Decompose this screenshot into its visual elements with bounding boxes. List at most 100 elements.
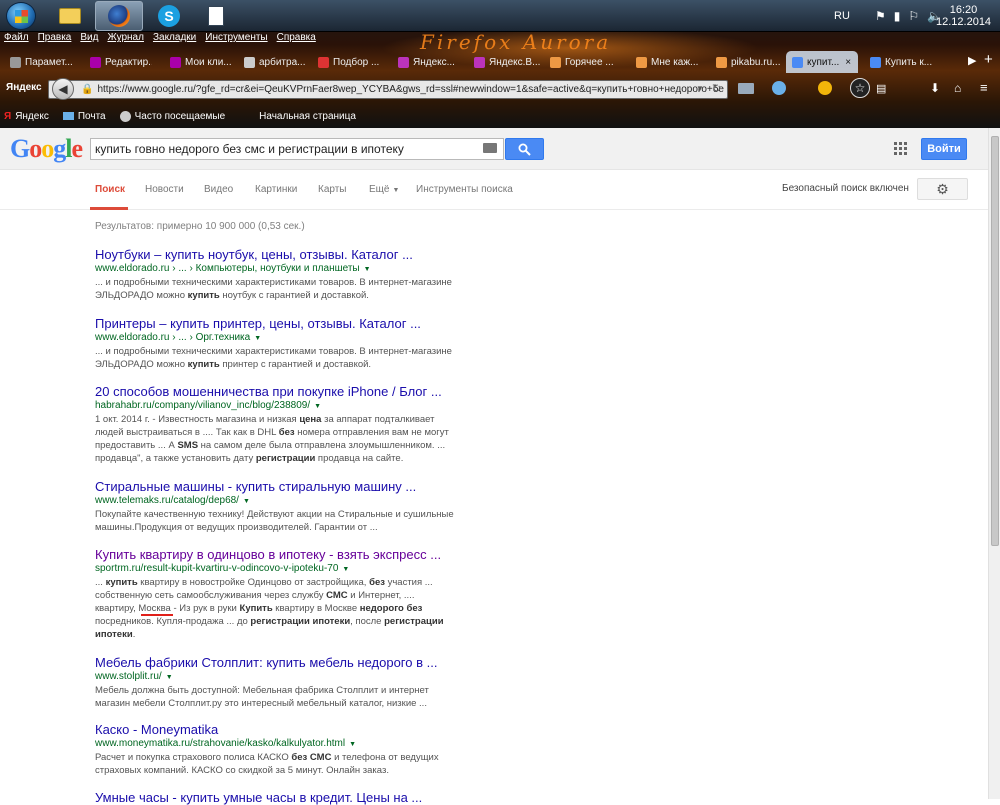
scrollbar-thumb[interactable] xyxy=(991,136,999,546)
tab-search[interactable]: Поиск xyxy=(95,184,125,195)
apps-grid-icon[interactable] xyxy=(894,142,907,155)
google-favicon xyxy=(870,56,881,68)
dropdown-icon[interactable]: ▼ xyxy=(696,84,704,93)
result-url-text: www.stolplit.ru/ xyxy=(95,671,162,682)
skype-icon: S xyxy=(158,5,180,27)
dropdown-arrow-icon[interactable]: ▼ xyxy=(349,741,356,748)
search-button[interactable] xyxy=(505,138,544,160)
tab-label: Редактир... xyxy=(105,56,152,68)
dropdown-arrow-icon[interactable]: ▼ xyxy=(314,403,321,410)
lock-icon: 🔒 xyxy=(81,84,94,95)
result-url-text: sportrm.ru/result-kupit-kvartiru-v-odinc… xyxy=(95,563,339,574)
browser-tab-active[interactable]: купит... × xyxy=(786,51,858,73)
taskbar-explorer[interactable] xyxy=(46,1,94,31)
flag-icon[interactable]: ⚑ xyxy=(875,9,886,23)
browser-tab[interactable]: pikabu.ru... xyxy=(710,51,784,73)
menu-tools[interactable]: Инструменты xyxy=(205,32,267,47)
back-button[interactable]: ◀ xyxy=(52,78,74,100)
menu-file[interactable]: Файл xyxy=(4,32,29,47)
tab-more[interactable]: Ещё ▼ xyxy=(369,184,399,195)
tab-maps[interactable]: Карты xyxy=(318,184,347,195)
safe-search-status: Безопасный поиск включен xyxy=(782,183,909,194)
browser-tab[interactable]: Яндекс.В... xyxy=(468,51,540,73)
page-favicon xyxy=(244,56,255,68)
bookmark-label: Часто посещаемые xyxy=(134,110,226,122)
tab-news[interactable]: Новости xyxy=(145,184,184,195)
browser-tab[interactable]: Подбор ... xyxy=(312,51,384,73)
bookmark-homepage[interactable]: Начальная страница xyxy=(259,111,356,122)
dropdown-arrow-icon[interactable]: ▼ xyxy=(364,266,371,273)
page-favicon xyxy=(170,56,181,68)
bookmark-yandex[interactable]: Я Яндекс xyxy=(4,111,49,122)
browser-tab[interactable]: арбитра... xyxy=(238,51,306,73)
google-favicon xyxy=(792,56,803,68)
taskbar-firefox[interactable] xyxy=(95,1,143,31)
browser-tab[interactable]: Горячее ... xyxy=(544,51,624,73)
weather-icon[interactable] xyxy=(772,81,786,95)
result-title-link[interactable]: Каско - Moneymatika xyxy=(95,722,455,737)
menu-help[interactable]: Справка xyxy=(277,32,316,47)
browser-tab[interactable]: Купить к... xyxy=(864,51,936,73)
clock[interactable]: 16:20 12.12.2014 xyxy=(936,0,991,32)
new-tab-icon[interactable]: + xyxy=(984,51,993,68)
bookmark-mail[interactable]: Почта xyxy=(62,110,106,122)
page-scrollbar[interactable] xyxy=(988,128,1000,799)
tab-images[interactable]: Картинки xyxy=(255,184,297,195)
gear-icon: ⚙ xyxy=(936,180,949,197)
network-icon[interactable]: ▮ xyxy=(894,9,901,23)
menu-history[interactable]: Журнал xyxy=(107,32,144,47)
dropdown-arrow-icon[interactable]: ▼ xyxy=(166,674,173,681)
bookmark-frequent[interactable]: Часто посещаемые xyxy=(119,110,226,122)
dropdown-arrow-icon[interactable]: ▼ xyxy=(254,335,261,342)
page-favicon xyxy=(474,56,485,68)
menu-view[interactable]: Вид xyxy=(80,32,98,47)
browser-tab[interactable]: Мои кли... xyxy=(164,51,232,73)
home-icon[interactable]: ⌂ xyxy=(954,81,961,95)
result-title-link[interactable]: Стиральные машины - купить стиральную ма… xyxy=(95,479,455,494)
taskbar-skype[interactable]: S xyxy=(145,1,193,31)
tab-video[interactable]: Видео xyxy=(204,184,233,195)
result-title-link[interactable]: Ноутбуки – купить ноутбук, цены, отзывы.… xyxy=(95,247,455,262)
scroll-tabs-right-icon[interactable]: ▶ xyxy=(968,54,976,67)
download-icon[interactable]: ⬇ xyxy=(930,81,940,95)
menu-bookmarks[interactable]: Закладки xyxy=(153,32,196,47)
language-indicator[interactable]: RU xyxy=(834,0,850,32)
browser-tab[interactable]: Яндекс... xyxy=(392,51,464,73)
action-center-icon[interactable]: ⚐ xyxy=(908,9,919,23)
dropdown-arrow-icon[interactable]: ▼ xyxy=(243,498,250,505)
result-title-link[interactable]: 20 способов мошенничества при покупке iP… xyxy=(95,384,455,399)
result-title-link[interactable]: Мебель фабрики Столплит: купить мебель н… xyxy=(95,655,455,670)
bookmarks-icon[interactable]: ▤ xyxy=(876,82,886,95)
tab-label: Подбор ... xyxy=(333,56,380,68)
search-input[interactable]: купить говно недорого без смс и регистра… xyxy=(90,138,504,160)
dropdown-arrow-icon[interactable]: ▼ xyxy=(342,566,349,573)
mail-icon[interactable] xyxy=(738,83,754,94)
keyboard-icon[interactable] xyxy=(483,143,497,153)
taskbar-document[interactable] xyxy=(192,1,240,31)
result-title-link[interactable]: Умные часы - купить умные часы в кредит.… xyxy=(95,790,455,805)
tab-label: Парамет... xyxy=(25,56,72,68)
search-result: Купить квартиру в одинцово в ипотеку - в… xyxy=(95,547,455,641)
browser-tab[interactable]: Мне каж... xyxy=(630,51,704,73)
coin-icon[interactable] xyxy=(818,81,832,95)
result-snippet: ... и подробными техническими характерис… xyxy=(95,277,452,301)
start-button[interactable] xyxy=(6,2,36,30)
google-logo[interactable]: Google xyxy=(10,134,83,164)
bookmark-label: Начальная страница xyxy=(259,110,356,122)
browser-tab[interactable]: Парамет... xyxy=(4,51,72,73)
tab-more-label: Ещё xyxy=(369,184,390,195)
settings-button[interactable]: ⚙ xyxy=(917,178,968,200)
bookmark-label: Почта xyxy=(77,110,106,122)
result-title-link[interactable]: Принтеры – купить принтер, цены, отзывы.… xyxy=(95,316,455,331)
menu-icon[interactable]: ≡ xyxy=(980,80,988,95)
browser-tab[interactable]: Редактир... xyxy=(84,51,152,73)
star-icon[interactable]: ☆ xyxy=(850,78,870,98)
address-bar[interactable]: 🔒 https://www.google.ru/?gfe_rd=cr&ei=Qe… xyxy=(48,80,728,99)
reload-icon[interactable]: ↻ xyxy=(712,82,721,95)
menu-edit[interactable]: Правка xyxy=(38,32,72,47)
tab-search-tools[interactable]: Инструменты поиска xyxy=(416,184,513,195)
result-title-link[interactable]: Купить квартиру в одинцово в ипотеку - в… xyxy=(95,547,455,562)
sign-in-button[interactable]: Войти xyxy=(921,138,967,160)
search-result: Принтеры – купить принтер, цены, отзывы.… xyxy=(95,316,455,371)
close-icon[interactable]: × xyxy=(845,57,851,68)
